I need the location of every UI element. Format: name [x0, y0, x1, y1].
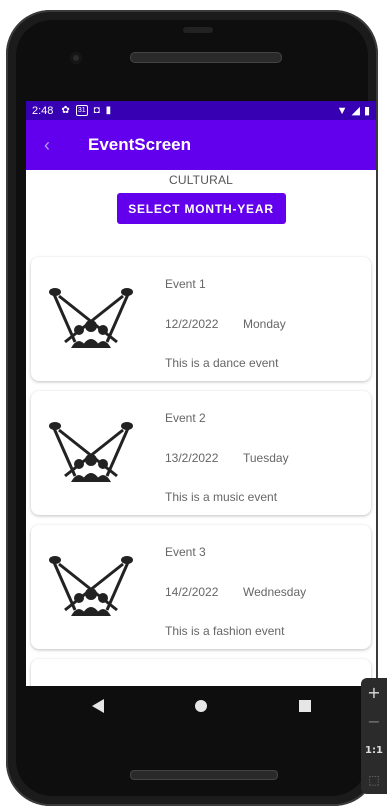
event-card[interactable]: Event 1 12/2/2022 Monday This is a dance… [31, 257, 371, 381]
shield-icon: ◘ [93, 105, 100, 116]
page-title: EventScreen [88, 135, 191, 154]
battery-icon: ▮ [363, 105, 370, 117]
nav-recents-icon[interactable] [299, 700, 311, 712]
event-date: 12/2/2022 [165, 317, 219, 331]
event-day: Tuesday [243, 451, 289, 465]
calendar-icon: 31 [75, 105, 88, 116]
zoom-actual-size-button[interactable]: 1:1 [361, 736, 387, 765]
app-screen: 2:48 ✿ 31 ◘ ▮ ▼ ◢ ▮ ‹ EventScreen CULTUR… [26, 101, 376, 686]
event-description: This is a music event [165, 490, 278, 504]
wifi-icon: ▼ [336, 104, 348, 117]
event-day: Monday [243, 317, 286, 331]
event-date-row: 12/2/2022 Monday [165, 317, 286, 331]
sdcard-icon: ▮ [105, 105, 112, 116]
status-time: 2:48 [32, 104, 54, 117]
zoom-in-icon[interactable]: + [361, 678, 387, 707]
spotlight-crowd-icon [49, 422, 133, 482]
nav-home-icon[interactable] [195, 700, 207, 712]
app-bar: ‹ EventScreen [26, 120, 376, 170]
android-nav-bar [26, 686, 376, 728]
zoom-fit-icon[interactable]: ⬚ [361, 765, 387, 794]
earpiece-speaker [130, 52, 282, 63]
signal-icon: ◢ [351, 105, 360, 117]
front-camera [70, 52, 82, 64]
status-bar: 2:48 ✿ 31 ◘ ▮ ▼ ◢ ▮ [26, 101, 376, 120]
back-arrow-icon[interactable]: ‹ [44, 135, 74, 156]
category-label: CULTURAL [168, 173, 234, 187]
event-name: Event 2 [165, 411, 206, 425]
emulator-zoom-panel: + − 1:1 ⬚ [361, 678, 387, 794]
zoom-out-icon[interactable]: − [361, 707, 387, 736]
bottom-speaker [130, 770, 278, 780]
sensor-notch [183, 27, 213, 33]
select-month-year-button[interactable]: SELECT MONTH-YEAR [116, 193, 286, 224]
event-name: Event 3 [165, 545, 206, 559]
nav-back-icon[interactable] [92, 699, 104, 713]
main-content: CULTURAL SELECT MONTH-YEAR Event 1 12/2/… [26, 173, 376, 686]
gear-icon: ✿ [61, 105, 70, 116]
event-info: Event 2 13/2/2022 Tuesday This is a musi… [165, 411, 289, 504]
event-info: Event 1 12/2/2022 Monday This is a dance… [165, 277, 286, 370]
event-name: Event 1 [165, 277, 206, 291]
event-card[interactable]: Event 3 14/2/2022 Wednesday This is a fa… [31, 525, 371, 649]
event-description: This is a dance event [165, 356, 279, 370]
spotlight-crowd-icon [49, 288, 133, 348]
event-card-partial[interactable] [31, 659, 371, 686]
event-date-row: 14/2/2022 Wednesday [165, 585, 306, 599]
event-date-row: 13/2/2022 Tuesday [165, 451, 289, 465]
event-card[interactable]: Event 2 13/2/2022 Tuesday This is a musi… [31, 391, 371, 515]
event-description: This is a fashion event [165, 624, 285, 638]
event-day: Wednesday [243, 585, 307, 599]
event-list[interactable]: Event 1 12/2/2022 Monday This is a dance… [26, 257, 376, 686]
event-date: 13/2/2022 [165, 451, 219, 465]
event-info: Event 3 14/2/2022 Wednesday This is a fa… [165, 545, 306, 638]
event-date: 14/2/2022 [165, 585, 219, 599]
status-right-icons: ▼ ◢ ▮ [336, 104, 370, 118]
spotlight-crowd-icon [49, 556, 133, 616]
